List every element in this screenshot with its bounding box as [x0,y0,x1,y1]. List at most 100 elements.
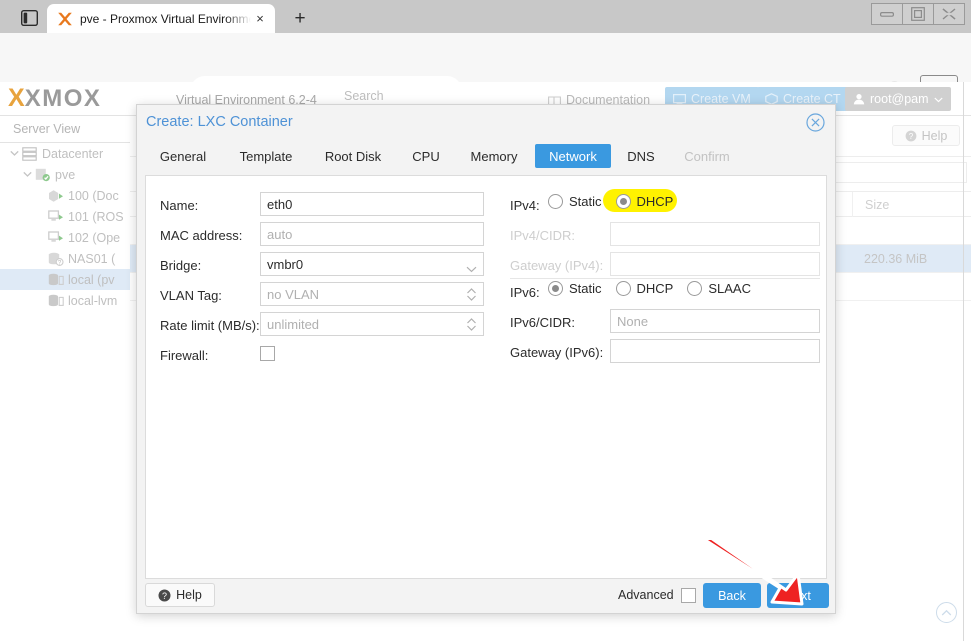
screen: pve - Proxmox Virtual Environme × + [0,0,971,641]
tree-item-label: 101 (ROS [68,210,124,224]
ipv4-dhcp-radio[interactable] [616,194,631,209]
label-ipv4-cidr: IPv4/CIDR: [510,228,575,243]
ipv6-dhcp-label: DHCP [637,281,674,296]
tree-item-102[interactable]: 102 (Ope [0,227,130,248]
tab-cpu[interactable]: CPU [399,144,453,168]
ipv4-dhcp-label: DHCP [637,194,674,209]
ipv6-radio-group: Static DHCP SLAAC [548,281,765,296]
dialog-tabs: General Template Root Disk CPU Memory Ne… [137,141,835,175]
ipv6-gateway-input[interactable] [610,339,820,363]
ipv4-cidr-input [610,222,820,246]
node-icon [34,168,51,182]
label-ipv4: IPv4: [510,198,540,213]
ipv6-static-label: Static [569,281,602,296]
ipv6-cidr-input[interactable]: None [610,309,820,333]
label-mac-address: MAC address: [160,228,242,243]
tree-item-101[interactable]: 101 (ROS [0,206,130,227]
storage-icon [47,294,64,308]
name-input[interactable]: eth0 [260,192,484,216]
tab-general[interactable]: General [147,144,219,168]
spinner-icon[interactable] [466,287,477,305]
tab-dns[interactable]: DNS [615,144,667,168]
bridge-value: vmbr0 [267,257,303,272]
server-view-header[interactable]: Server View [0,116,130,143]
tab-network[interactable]: Network [535,144,611,168]
bridge-select[interactable]: vmbr0 [260,252,484,276]
mac-address-input[interactable]: auto [260,222,484,246]
dialog-help-label: Help [176,588,202,602]
ipv6-slaac-radio[interactable] [687,281,702,296]
tree-item-local-lvm[interactable]: local-lvm [0,290,130,311]
chevron-up-icon[interactable] [936,602,957,623]
vlan-tag-input[interactable]: no VLAN [260,282,484,306]
ipv6-static-radio[interactable] [548,281,563,296]
create-lxc-dialog: Create: LXC Container General Template R… [136,104,836,614]
proxmox-x-icon [57,11,73,27]
chevron-down-icon [934,92,943,106]
vm-icon [47,210,64,224]
label-firewall: Firewall: [160,348,208,363]
browser-tab[interactable]: pve - Proxmox Virtual Environme × [47,4,275,33]
close-circle-icon[interactable] [806,113,825,132]
label-ipv6-cidr: IPv6/CIDR: [510,315,575,330]
tree-item-nas01[interactable]: ? NAS01 ( [0,248,130,269]
ipv4-static-label: Static [569,194,602,209]
next-button[interactable]: Next [767,583,829,608]
close-button[interactable] [933,3,965,25]
new-tab-button[interactable]: + [288,7,312,31]
user-label: root@pam [870,92,929,106]
tab-close-icon[interactable]: × [251,12,269,25]
chevron-down-icon[interactable] [466,261,477,276]
tree-item-label: local (pv [68,273,115,287]
firewall-checkbox[interactable] [260,346,275,361]
browser-titlebar: pve - Proxmox Virtual Environme × + [0,0,971,33]
label-ipv6: IPv6: [510,285,540,300]
server-view-label: Server View [13,122,80,136]
tab-root-disk[interactable]: Root Disk [311,144,395,168]
datacenter-icon [21,147,38,161]
tree-item-label: 100 (Doc [68,189,119,203]
user-menu[interactable]: root@pam [845,87,951,111]
chevron-down-icon[interactable] [21,171,34,178]
rate-limit-value: unlimited [267,317,319,332]
maximize-button[interactable] [902,3,934,25]
tab-memory[interactable]: Memory [457,144,531,168]
svg-text:?: ? [162,590,167,600]
label-vlan-tag: VLAN Tag: [160,288,222,303]
vlan-tag-value: no VLAN [267,287,319,302]
label-rate-limit: Rate limit (MB/s): [160,318,260,333]
chevron-down-icon[interactable] [8,150,21,157]
tree-item-100[interactable]: 100 (Doc [0,185,130,206]
ipv4-gateway-input [610,252,820,276]
tree-item-label: NAS01 ( [68,252,115,266]
dialog-header: Create: LXC Container [137,105,835,141]
ipv6-dhcp-radio[interactable] [616,281,631,296]
minimize-button[interactable] [871,3,903,25]
ipv4-static-radio[interactable] [548,194,563,209]
panel-help-button[interactable]: ? Help [892,125,960,146]
sidebar-toggle-icon[interactable] [14,6,44,30]
label-ipv4-gateway: Gateway (IPv4): [510,258,603,273]
tree-item-label: 102 (Ope [68,231,120,245]
tree-item-pve[interactable]: pve [0,164,130,185]
advanced-checkbox[interactable] [681,588,696,603]
dialog-help-button[interactable]: ? Help [145,583,215,607]
proxmox-logo-text: XMOX [25,87,102,111]
column-header-size[interactable]: Size [852,192,971,217]
dialog-body: Name: eth0 MAC address: auto Bridge: vmb… [145,175,827,579]
section-divider [510,278,820,279]
proxmox-logo-x: X [8,86,24,111]
proxmox-logo: X XMOX [8,86,101,111]
tree-item-local[interactable]: local (pv [0,269,130,290]
tree-item-label: pve [55,168,75,182]
server-tree: Datacenter pve 100 (Doc [0,143,130,311]
spinner-icon[interactable] [466,317,477,335]
back-button[interactable]: Back [703,583,761,608]
tree-item-datacenter[interactable]: Datacenter [0,143,130,164]
tab-title: pve - Proxmox Virtual Environme [80,12,251,26]
rate-limit-input[interactable]: unlimited [260,312,484,336]
svg-text:?: ? [908,132,913,141]
page-scroll-edge [963,82,964,641]
window-controls [872,3,965,25]
tab-template[interactable]: Template [225,144,307,168]
